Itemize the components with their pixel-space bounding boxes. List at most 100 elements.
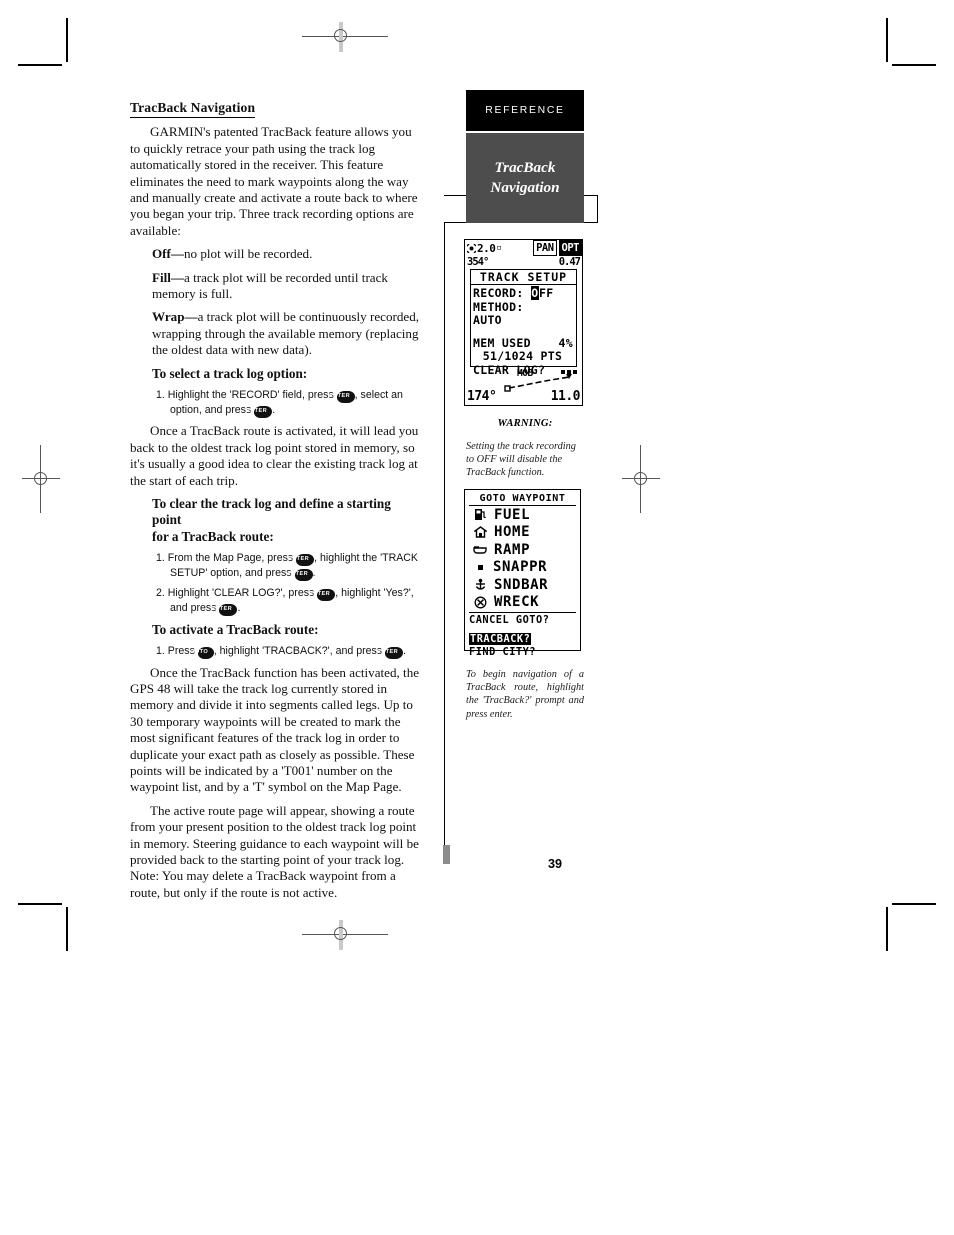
procedure-2-heading-line1: To clear the track log and define a star…: [152, 495, 391, 528]
option-fill-term: Fill—: [152, 269, 185, 285]
lcd-zoom-indicator: 2.0 ▫: [465, 240, 531, 256]
small-square-icon: [476, 560, 484, 574]
waypoint-row-wreck[interactable]: WRECK: [465, 594, 580, 612]
lcd-pan-button[interactable]: PAN: [533, 240, 557, 256]
rail-rule-vert-left: [444, 222, 445, 857]
procedure-3-heading: To activate a TracBack route:: [152, 621, 319, 637]
goto-key-icon: GOTO: [190, 646, 215, 659]
waypoint-row-fuel[interactable]: FUEL: [465, 506, 580, 524]
enter-key-icon: ENTER: [211, 603, 238, 616]
lcd-record-value-cursor: O: [530, 286, 540, 300]
waypoint-name-home: HOME: [494, 524, 531, 541]
step-number: 1.: [156, 644, 168, 657]
waypoint-name-wreck: WRECK: [494, 594, 540, 611]
anchor-icon: [473, 578, 487, 592]
option-off-term: Off—: [152, 246, 184, 262]
lcd-distance: 11.0: [550, 389, 581, 404]
option-off: Off—no plot will be recorded.: [130, 246, 422, 262]
lcd-pan-label: PAN: [536, 242, 554, 254]
option-wrap: Wrap—a track plot will be continuously r…: [130, 309, 422, 358]
circled-x-icon: [473, 595, 487, 609]
paragraph-2: Once a TracBack route is activated, it w…: [130, 423, 419, 488]
registration-mark-left: [27, 465, 55, 493]
figure-track-setup: 2.0 ▫ PAN OPT 354° 0.47 MOB TRACK SETUP R…: [464, 239, 583, 406]
procedure-1-heading: To select a track log option:: [152, 365, 308, 381]
step-number: 2.: [156, 587, 168, 600]
procedure-3-step-1: 1. Press GOTO, highlight 'TRACBACK?', an…: [156, 644, 406, 659]
rail-rule-vert-right: [597, 195, 598, 223]
lcd-heading-row: 354° 0.47: [467, 256, 581, 269]
lcd-zoom-unit: ▫: [496, 243, 502, 253]
procedure-1-step-1: 1. Highlight the 'RECORD' field, press E…: [156, 389, 403, 418]
lcd-pts-line: 51/1024 PTS: [482, 349, 563, 363]
page-number: 39: [548, 857, 563, 871]
lcd-opt-label: OPT: [561, 242, 580, 254]
lcd-window-title: TRACK SETUP: [471, 270, 576, 285]
section-tab-line1: TracBack: [494, 159, 556, 176]
waypoint-name-ramp: RAMP: [494, 541, 531, 558]
paragraph-3: Once the TracBack function has been acti…: [130, 664, 420, 795]
section-tab: TracBack Navigation: [466, 133, 584, 223]
step-number: 1.: [156, 552, 168, 565]
waypoint-row-snappr[interactable]: SNAPPR: [465, 559, 580, 577]
enter-key-icon: ENTER: [288, 554, 315, 566]
lcd-status-bar: 2.0 ▫ PAN OPT: [465, 240, 582, 256]
crop-mark-top-right-h: [892, 64, 936, 66]
waypoint-name-snappr: SNAPPR: [493, 559, 548, 576]
procedure-2-heading-line2: for a TracBack route:: [152, 528, 274, 544]
option-fill-text: a track plot will be recorded until trac…: [152, 269, 388, 302]
lcd-record-row[interactable]: RECORD: OFF: [471, 286, 576, 301]
section-tab-line2: Navigation: [490, 179, 560, 196]
option-off-text: no plot will be recorded.: [184, 246, 313, 262]
option-tracback-wrap: TRACBACK?: [469, 627, 576, 646]
lcd-method-label: METHOD:: [473, 299, 524, 314]
enter-key-icon: ENTER: [309, 589, 336, 601]
registration-mark-right: [627, 465, 655, 493]
paragraph-4: The active route page will appear, showi…: [130, 802, 419, 900]
lcd-clear-log[interactable]: CLEAR LOG?: [471, 363, 576, 378]
registration-mark-bottom: [327, 920, 355, 948]
satellite-icon: [467, 243, 476, 253]
crop-mark-top-left-v: [66, 18, 68, 62]
crop-mark-bottom-left-h: [18, 903, 62, 905]
reference-tab: REFERENCE: [466, 90, 584, 131]
option-tracback[interactable]: TRACBACK?: [469, 632, 532, 645]
lcd-record-value-rest: FF: [539, 286, 554, 300]
lcd-zoom-value: 2.0: [477, 241, 496, 255]
option-cancel-goto[interactable]: CANCEL GOTO?: [469, 614, 576, 627]
crop-mark-bottom-right-v: [886, 907, 888, 951]
lcd-opt-button[interactable]: OPT: [558, 240, 582, 256]
reference-tab-label: REFERENCE: [485, 105, 565, 116]
crop-mark-top-right-v: [886, 18, 888, 62]
crop-mark-top-left-h: [18, 64, 62, 66]
lcd-track-setup-window: TRACK SETUP RECORD: OFF METHOD: AUTO MEM…: [470, 269, 577, 376]
option-find-city[interactable]: FIND CITY?: [469, 646, 576, 659]
waypoint-row-home[interactable]: HOME: [465, 524, 580, 542]
lcd-bearing: 174°: [467, 389, 497, 404]
procedure-2-step-1: 1. From the Map Page, press ENTER, highl…: [156, 552, 418, 581]
figure-goto-waypoint: GOTO WAYPOINT FUEL HOME RAMP SNAPPR SNDB…: [464, 489, 581, 658]
lcd-nav-footer: 174° 11.0: [467, 389, 581, 404]
lcd-mem-label: MEM USED: [473, 335, 531, 350]
option-wrap-term: Wrap—: [152, 309, 198, 325]
procedure-2-step-2: 2. Highlight 'CLEAR LOG?', press ENTER, …: [156, 587, 414, 616]
warning-heading: WARNING:: [497, 418, 553, 429]
waypoint-name-sndbar: SNDBAR: [494, 576, 549, 593]
figure-caption: To begin navigation of a TracBack route,…: [466, 669, 584, 720]
procedure-2-heading: To clear the track log and define a star…: [130, 496, 422, 545]
manual-page: REFERENCE TracBack Navigation TracBack N…: [0, 0, 954, 1235]
enter-key-icon: ENTER: [329, 391, 356, 403]
fuel-pump-icon: [473, 508, 487, 522]
house-icon: [473, 525, 487, 539]
waypoint-name-fuel: FUEL: [494, 506, 531, 523]
waypoint-row-sndbar[interactable]: SNDBAR: [465, 576, 580, 594]
goto-waypoint-title: GOTO WAYPOINT: [469, 492, 576, 506]
enter-key-icon: ENTER: [286, 568, 313, 581]
waypoint-row-ramp[interactable]: RAMP: [465, 541, 580, 559]
lcd-heading-right: 0.47: [558, 256, 581, 268]
warning-text: Setting the track recording to OFF will …: [466, 441, 576, 479]
lcd-method-value[interactable]: AUTO: [471, 313, 576, 328]
step-number: 1.: [156, 389, 168, 402]
edge-marker: [443, 845, 450, 864]
boat-ramp-icon: [473, 543, 487, 557]
